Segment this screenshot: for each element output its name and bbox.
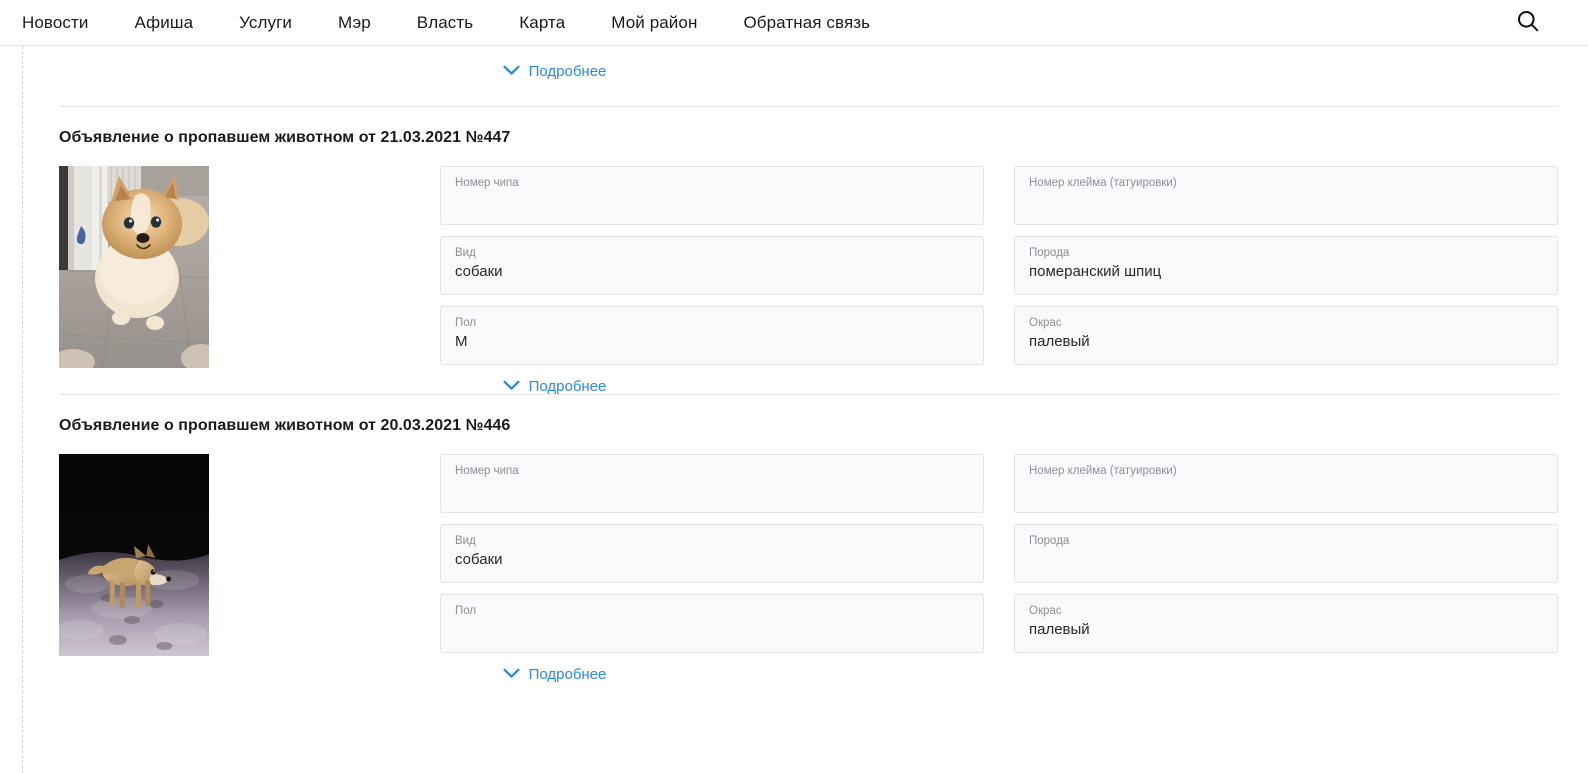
nav-item-karta[interactable]: Карта	[519, 10, 565, 35]
field-species[interactable]: Вид собаки	[440, 236, 984, 295]
announcement-card-447: Объявление о пропавшем животном от 21.03…	[59, 107, 1558, 394]
nav-item-mer[interactable]: Мэр	[338, 10, 371, 35]
more-details-label: Подробнее	[528, 63, 607, 80]
nav-item-novosti[interactable]: Новости	[22, 10, 89, 35]
more-details-label: Подробнее	[528, 666, 607, 683]
more-row: Подробнее	[59, 379, 1558, 394]
card-more-section: Подробнее	[59, 667, 1558, 682]
main-navigation: Новости Афиша Услуги Мэр Власть Карта Мо…	[0, 0, 1588, 46]
field-value	[1029, 549, 1543, 571]
fields-grid: Номер чипа Номер клейма (татуировки) Вид…	[440, 166, 1558, 365]
announcements-content: Подробнее Объявление о пропавшем животно…	[0, 46, 1588, 682]
field-label: Пол	[455, 317, 477, 329]
field-breed[interactable]: Порода	[1014, 524, 1558, 583]
field-chip-number[interactable]: Номер чипа	[440, 166, 984, 225]
search-icon	[1515, 8, 1541, 37]
announcement-title: Объявление о пропавшем животном от 20.03…	[59, 417, 511, 434]
field-value: собаки	[455, 263, 503, 280]
previous-announcement-partial: Подробнее	[59, 46, 1558, 106]
field-chip-number[interactable]: Номер чипа	[440, 454, 984, 513]
left-dashed-rail	[22, 46, 23, 773]
chevron-down-icon	[503, 64, 520, 79]
nav-item-vlast[interactable]: Власть	[417, 10, 473, 35]
search-button[interactable]	[1514, 9, 1542, 37]
more-details-link-partial[interactable]: Подробнее	[503, 63, 607, 80]
field-label: Номер чипа	[455, 177, 519, 189]
fields-grid: Номер чипа Номер клейма (татуировки) Вид…	[440, 454, 1558, 653]
chevron-down-icon	[503, 379, 520, 394]
more-details-link-446[interactable]: Подробнее	[503, 666, 607, 683]
more-row: Подробнее	[59, 667, 1558, 682]
field-label: Окрас	[1029, 605, 1062, 617]
field-value: палевый	[1029, 333, 1090, 350]
nav-item-obratnaya-svyaz[interactable]: Обратная связь	[743, 10, 870, 35]
field-value: М	[455, 333, 468, 350]
more-details-link-447[interactable]: Подробнее	[503, 378, 607, 395]
animal-photo-spitz[interactable]	[59, 166, 209, 368]
page-body: Подробнее Объявление о пропавшем животно…	[0, 46, 1588, 773]
field-label: Номер чипа	[455, 465, 519, 477]
card-more-section: Подробнее	[59, 379, 1558, 394]
field-value: померанский шпиц	[1029, 263, 1162, 280]
announcement-body: Номер чипа Номер клейма (татуировки) Вид…	[59, 454, 1558, 656]
chevron-down-icon	[503, 667, 520, 682]
field-label: Вид	[455, 247, 476, 259]
field-value: палевый	[1029, 621, 1090, 638]
field-value	[455, 619, 969, 641]
nav-item-uslugi[interactable]: Услуги	[239, 10, 292, 35]
field-label: Номер клейма (татуировки)	[1029, 465, 1177, 477]
field-value: собаки	[455, 551, 503, 568]
photo-column	[59, 166, 440, 368]
field-sex[interactable]: Пол	[440, 594, 984, 653]
field-value	[1029, 191, 1543, 213]
field-tattoo-number[interactable]: Номер клейма (татуировки)	[1014, 454, 1558, 513]
field-label: Окрас	[1029, 317, 1062, 329]
field-sex[interactable]: Пол М	[440, 306, 984, 365]
field-species[interactable]: Вид собаки	[440, 524, 984, 583]
more-details-label: Подробнее	[528, 378, 607, 395]
field-label: Порода	[1029, 247, 1070, 259]
announcement-title: Объявление о пропавшем животном от 21.03…	[59, 129, 511, 146]
field-color[interactable]: Окрас палевый	[1014, 306, 1558, 365]
nav-item-afisha[interactable]: Афиша	[135, 10, 194, 35]
animal-photo-night[interactable]	[59, 454, 209, 656]
field-label: Порода	[1029, 535, 1070, 547]
field-label: Вид	[455, 535, 476, 547]
more-row-partial: Подробнее	[59, 46, 1558, 79]
nav-items-list: Новости Афиша Услуги Мэр Власть Карта Мо…	[0, 10, 870, 35]
field-breed[interactable]: Порода померанский шпиц	[1014, 236, 1558, 295]
field-value	[455, 191, 969, 213]
field-value	[455, 479, 969, 501]
photo-column	[59, 454, 440, 656]
field-label: Пол	[455, 605, 477, 617]
field-value	[1029, 479, 1543, 501]
announcement-body: Номер чипа Номер клейма (татуировки) Вид…	[59, 166, 1558, 368]
field-tattoo-number[interactable]: Номер клейма (татуировки)	[1014, 166, 1558, 225]
announcement-card-446: Объявление о пропавшем животном от 20.03…	[59, 395, 1558, 682]
field-label: Номер клейма (татуировки)	[1029, 177, 1177, 189]
nav-item-moy-rayon[interactable]: Мой район	[611, 10, 697, 35]
field-color[interactable]: Окрас палевый	[1014, 594, 1558, 653]
